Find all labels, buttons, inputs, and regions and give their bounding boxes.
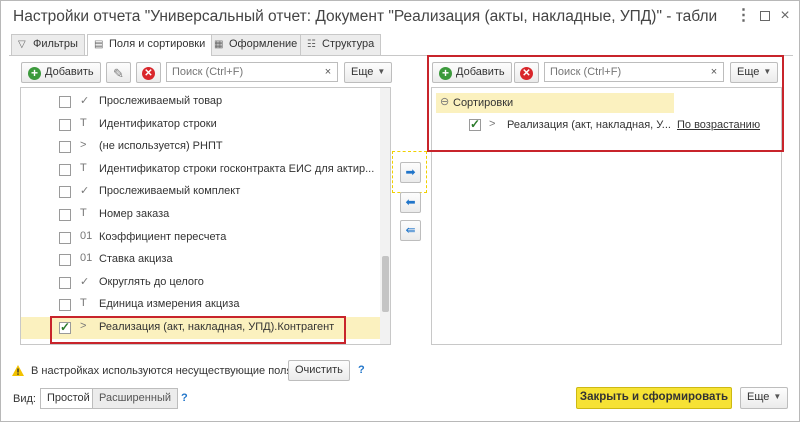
- maximize-icon[interactable]: [756, 7, 774, 25]
- remove-from-sorting-button[interactable]: ⬅: [400, 192, 421, 213]
- view-mode-extended[interactable]: Расширенный: [92, 388, 178, 409]
- field-row[interactable]: 01 Коэффициент пересчета: [21, 227, 390, 249]
- field-checkbox[interactable]: [59, 276, 71, 289]
- field-row[interactable]: ✓ Округлять до целого: [21, 272, 390, 294]
- field-label: Номер заказа: [99, 208, 170, 220]
- add-field-button[interactable]: + Добавить: [21, 62, 101, 83]
- field-label: Округлять до целого: [99, 275, 204, 288]
- field-label: (не используется) РНПТ: [99, 140, 223, 153]
- title-bar: Настройки отчета "Универсальный отчет: Д…: [1, 1, 799, 33]
- field-checkbox[interactable]: [59, 118, 71, 131]
- fields-icon: ▤: [94, 39, 104, 50]
- arrow-left-icon: ⬅: [405, 195, 416, 209]
- arrow-left-all-icon: ⇚: [405, 223, 416, 237]
- view-mode-simple[interactable]: Простой: [40, 388, 97, 409]
- field-row[interactable]: > (не используется) РНПТ: [21, 136, 390, 158]
- tab-filters[interactable]: ▽ Фильтры: [11, 34, 85, 55]
- checkmark-icon: ✓: [470, 117, 481, 131]
- clear-search-icon[interactable]: ×: [321, 65, 335, 79]
- expand-icon[interactable]: >: [489, 118, 495, 130]
- sorting-group-label: Сортировки: [453, 97, 514, 109]
- field-row[interactable]: T Идентификатор строки госконтракта ЕИС д…: [21, 159, 390, 181]
- sorting-more-button[interactable]: Еще ▼: [730, 62, 779, 83]
- delete-field-button[interactable]: ✕: [136, 62, 161, 83]
- view-label: Вид:: [13, 393, 36, 405]
- sorting-list[interactable]: ⊖ Сортировки ✓ > Реализация (акт, наклад…: [431, 87, 782, 345]
- clear-button[interactable]: Очистить: [288, 360, 350, 381]
- fields-search-input[interactable]: [166, 62, 338, 82]
- field-label: Идентификатор строки госконтракта ЕИС дл…: [99, 162, 375, 175]
- chevron-down-icon: ▼: [763, 67, 772, 76]
- tab-fields-and-sorting[interactable]: ▤ Поля и сортировки: [87, 34, 213, 56]
- add-sorting-button[interactable]: + Добавить: [432, 62, 512, 83]
- field-row[interactable]: ✓ Прослеживаемый товар: [21, 91, 390, 113]
- sorting-item-label: Реализация (акт, накладная, У...: [507, 119, 671, 131]
- plus-icon: +: [28, 67, 41, 80]
- help-icon[interactable]: ?: [181, 392, 188, 404]
- more-icon[interactable]: ⋮: [734, 7, 752, 25]
- footer-more-button[interactable]: Еще ▼: [740, 387, 789, 409]
- field-label: Прослеживаемый комплект: [99, 185, 241, 198]
- field-label: Реализация (акт, накладная, УПД).Контраг…: [99, 321, 335, 333]
- settings-dialog: Настройки отчета "Универсальный отчет: Д…: [0, 0, 800, 422]
- field-label: Ставка акциза: [99, 253, 173, 266]
- remove-all-button[interactable]: ⇚: [400, 220, 421, 241]
- field-row[interactable]: T Номер заказа: [21, 204, 390, 226]
- clear-search-icon[interactable]: ×: [707, 65, 721, 79]
- field-row[interactable]: T Идентификатор строки: [21, 114, 390, 136]
- scroll-thumb[interactable]: [382, 256, 389, 312]
- appearance-icon: ▦: [214, 39, 224, 50]
- sorting-group-row[interactable]: ⊖ Сортировки: [436, 93, 674, 113]
- close-icon[interactable]: ×: [776, 7, 794, 25]
- collapse-icon[interactable]: ⊖: [440, 95, 449, 108]
- structure-icon: ☷: [307, 39, 316, 50]
- filter-icon: ▽: [18, 39, 26, 50]
- help-icon[interactable]: ?: [358, 364, 365, 376]
- field-row[interactable]: ✓ Прослеживаемый комплект: [21, 181, 390, 203]
- arrow-right-icon: ➡: [405, 165, 416, 179]
- field-checkbox[interactable]: [59, 96, 71, 108]
- delete-icon: ✕: [520, 67, 533, 80]
- field-checkbox[interactable]: [59, 299, 71, 312]
- fields-more-button[interactable]: Еще ▼: [344, 62, 393, 83]
- warning-icon: [12, 365, 24, 376]
- pencil-icon: ✎: [113, 66, 124, 81]
- sorting-item-checkbox[interactable]: ✓: [469, 117, 481, 131]
- field-checkbox[interactable]: [59, 231, 71, 244]
- close-and-generate-button[interactable]: Закрыть и сформировать: [576, 387, 732, 409]
- chevron-down-icon: ▼: [377, 67, 386, 76]
- sorting-search-input[interactable]: [544, 62, 724, 82]
- edit-field-button[interactable]: ✎: [106, 62, 131, 83]
- field-row[interactable]: >Реализация (акт, накладная, УПД).Контра…: [21, 317, 390, 339]
- field-label: Идентификатор строки: [99, 117, 217, 130]
- field-checkbox[interactable]: [59, 141, 71, 154]
- delete-icon: ✕: [142, 67, 155, 80]
- field-label: Единица измерения акциза: [99, 298, 240, 311]
- field-label: Коэффициент пересчета: [99, 230, 227, 243]
- window-title: Настройки отчета "Универсальный отчет: Д…: [13, 8, 718, 25]
- fields-scrollbar[interactable]: [380, 88, 390, 344]
- field-checkbox[interactable]: [59, 254, 71, 267]
- field-checkbox[interactable]: [59, 320, 71, 334]
- field-checkbox[interactable]: [59, 209, 71, 221]
- tab-appearance[interactable]: ▦ Оформление: [207, 34, 305, 55]
- plus-icon: +: [439, 67, 452, 80]
- field-checkbox[interactable]: [59, 186, 71, 199]
- delete-sorting-button[interactable]: ✕: [514, 62, 539, 83]
- fields-list[interactable]: ✓ Прослеживаемый товар T Идентификатор стро…: [20, 87, 391, 345]
- field-row[interactable]: 01 Ставка акциза: [21, 249, 390, 271]
- field-checkbox[interactable]: [59, 163, 71, 176]
- add-to-sorting-button[interactable]: ➡: [400, 162, 421, 183]
- warning-text: В настройках используются несуществующие…: [31, 365, 296, 377]
- field-row[interactable]: T Единица измерения акциза: [21, 294, 390, 316]
- field-label: Прослеживаемый товар: [99, 95, 223, 107]
- tab-structure[interactable]: ☷ Структура: [300, 34, 382, 55]
- chevron-down-icon: ▼: [773, 392, 782, 401]
- sorting-item[interactable]: ✓ > Реализация (акт, накладная, У... По …: [432, 115, 781, 137]
- sort-direction-link[interactable]: По возрастанию: [677, 119, 760, 131]
